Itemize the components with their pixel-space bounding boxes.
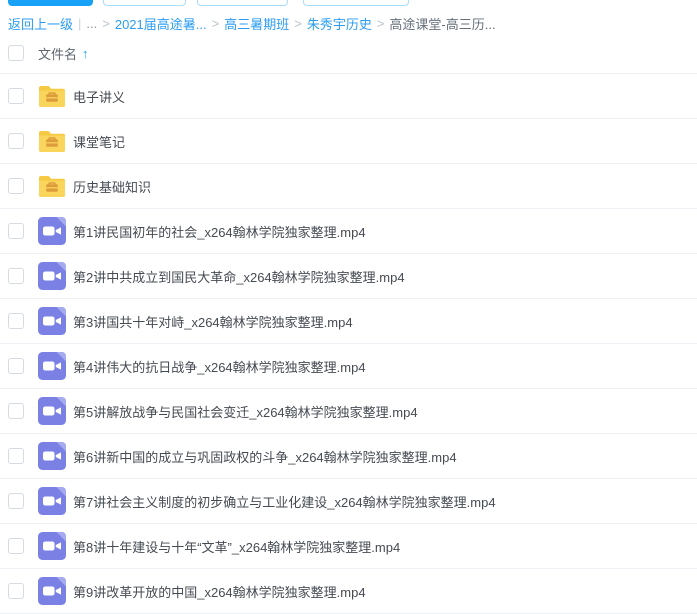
breadcrumb-current: 高途课堂-高三历... xyxy=(389,14,495,33)
video-icon xyxy=(38,487,66,515)
file-row[interactable]: 第6讲新中国的成立与巩固政权的斗争_x264翰林学院独家整理.mp4 xyxy=(0,434,697,479)
file-name[interactable]: 第5讲解放战争与民国社会变迁_x264翰林学院独家整理.mp4 xyxy=(73,402,418,421)
breadcrumb-separator: > xyxy=(102,16,110,31)
breadcrumb-links: 2021届高途暑... > 高三暑期班 > 朱秀宇历史 > xyxy=(115,14,385,33)
file-row[interactable]: 第5讲解放战争与民国社会变迁_x264翰林学院独家整理.mp4 xyxy=(0,389,697,434)
row-checkbox[interactable] xyxy=(8,448,24,464)
file-row[interactable]: 第2讲中共成立到国民大革命_x264翰林学院独家整理.mp4 xyxy=(0,254,697,299)
row-checkbox[interactable] xyxy=(8,133,24,149)
file-row[interactable]: 第1讲民国初年的社会_x264翰林学院独家整理.mp4 xyxy=(0,209,697,254)
sort-ascending-icon[interactable]: ↑ xyxy=(82,46,89,61)
breadcrumb-separator: > xyxy=(294,16,302,31)
row-checkbox[interactable] xyxy=(8,223,24,239)
video-icon xyxy=(38,262,66,290)
row-checkbox[interactable] xyxy=(8,178,24,194)
folder-icon xyxy=(39,86,65,107)
row-icon-wrap xyxy=(38,127,66,155)
toolbar-button-2[interactable] xyxy=(103,0,186,6)
breadcrumb-link[interactable]: 高三暑期班 xyxy=(224,14,289,33)
row-checkbox[interactable] xyxy=(8,538,24,554)
filename-column-header[interactable]: 文件名 xyxy=(38,44,77,63)
video-icon xyxy=(38,577,66,605)
folder-icon xyxy=(39,176,65,197)
file-name[interactable]: 历史基础知识 xyxy=(73,177,151,196)
breadcrumb-link[interactable]: 2021届高途暑... xyxy=(115,14,207,33)
breadcrumb-link[interactable]: 朱秀宇历史 xyxy=(307,14,372,33)
breadcrumb-divider: | xyxy=(78,16,81,31)
file-name[interactable]: 第4讲伟大的抗日战争_x264翰林学院独家整理.mp4 xyxy=(73,357,366,376)
file-name[interactable]: 第3讲国共十年对峙_x264翰林学院独家整理.mp4 xyxy=(73,312,353,331)
file-name[interactable]: 第6讲新中国的成立与巩固政权的斗争_x264翰林学院独家整理.mp4 xyxy=(73,447,457,466)
row-icon-wrap xyxy=(38,352,66,380)
file-row[interactable]: 电子讲义 xyxy=(0,74,697,119)
row-icon-wrap xyxy=(38,217,66,245)
row-checkbox[interactable] xyxy=(8,313,24,329)
row-checkbox[interactable] xyxy=(8,403,24,419)
row-icon-wrap xyxy=(38,487,66,515)
row-checkbox[interactable] xyxy=(8,493,24,509)
toolbar xyxy=(0,0,697,7)
video-icon xyxy=(38,307,66,335)
row-icon-wrap xyxy=(38,307,66,335)
video-icon xyxy=(38,352,66,380)
row-icon-wrap xyxy=(38,172,66,200)
file-row[interactable]: 第7讲社会主义制度的初步确立与工业化建设_x264翰林学院独家整理.mp4 xyxy=(0,479,697,524)
breadcrumb-separator: > xyxy=(377,16,385,31)
row-icon-wrap xyxy=(38,532,66,560)
breadcrumb-ellipsis[interactable]: ... xyxy=(86,16,97,31)
row-checkbox[interactable] xyxy=(8,358,24,374)
file-row[interactable]: 历史基础知识 xyxy=(0,164,697,209)
toolbar-primary-button[interactable] xyxy=(8,0,93,6)
row-checkbox[interactable] xyxy=(8,88,24,104)
breadcrumb: 返回上一级 | ... > 2021届高途暑... > 高三暑期班 > 朱秀宇历… xyxy=(0,14,697,33)
video-icon xyxy=(38,217,66,245)
breadcrumb-separator: > xyxy=(212,16,220,31)
file-name[interactable]: 第8讲十年建设与十年“文革”_x264翰林学院独家整理.mp4 xyxy=(73,537,400,556)
file-name[interactable]: 第2讲中共成立到国民大革命_x264翰林学院独家整理.mp4 xyxy=(73,267,405,286)
row-checkbox[interactable] xyxy=(8,268,24,284)
folder-icon xyxy=(39,131,65,152)
video-icon xyxy=(38,397,66,425)
file-name[interactable]: 课堂笔记 xyxy=(73,132,125,151)
file-name[interactable]: 第1讲民国初年的社会_x264翰林学院独家整理.mp4 xyxy=(73,222,366,241)
file-name[interactable]: 第7讲社会主义制度的初步确立与工业化建设_x264翰林学院独家整理.mp4 xyxy=(73,492,496,511)
row-icon-wrap xyxy=(38,262,66,290)
row-icon-wrap xyxy=(38,577,66,605)
video-icon xyxy=(38,442,66,470)
file-row[interactable]: 第8讲十年建设与十年“文革”_x264翰林学院独家整理.mp4 xyxy=(0,524,697,569)
toolbar-button-4[interactable] xyxy=(303,0,409,6)
file-name[interactable]: 电子讲义 xyxy=(73,87,125,106)
row-icon-wrap xyxy=(38,82,66,110)
file-row[interactable]: 第4讲伟大的抗日战争_x264翰林学院独家整理.mp4 xyxy=(0,344,697,389)
back-to-parent-link[interactable]: 返回上一级 xyxy=(8,14,73,33)
row-checkbox[interactable] xyxy=(8,583,24,599)
file-row[interactable]: 课堂笔记 xyxy=(0,119,697,164)
file-name[interactable]: 第9讲改革开放的中国_x264翰林学院独家整理.mp4 xyxy=(73,582,366,601)
toolbar-button-3[interactable] xyxy=(197,0,288,6)
file-row[interactable]: 第3讲国共十年对峙_x264翰林学院独家整理.mp4 xyxy=(0,299,697,344)
file-list: 电子讲义 课堂笔记 xyxy=(0,74,697,614)
row-icon-wrap xyxy=(38,442,66,470)
file-row[interactable]: 第9讲改革开放的中国_x264翰林学院独家整理.mp4 xyxy=(0,569,697,614)
select-all-checkbox[interactable] xyxy=(8,45,24,61)
video-icon xyxy=(38,532,66,560)
file-list-header: 文件名 ↑ xyxy=(0,33,697,74)
row-icon-wrap xyxy=(38,397,66,425)
